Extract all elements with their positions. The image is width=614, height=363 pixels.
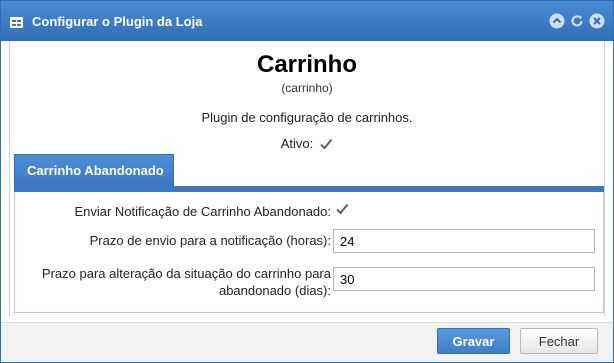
- active-checkbox[interactable]: [319, 137, 333, 151]
- status-days-input[interactable]: [333, 267, 595, 291]
- notify-label: Enviar Notificação de Carrinho Abandonad…: [74, 204, 331, 219]
- dialog-footer: Gravar Fechar: [1, 322, 613, 362]
- deadline-label: Prazo de envio para a notificação (horas…: [89, 233, 331, 248]
- form-window-icon: [10, 16, 23, 28]
- plugin-config-dialog: Configurar o Plugin da Loja Carrinho (ca…: [0, 0, 614, 363]
- dialog-title: Configurar o Plugin da Loja: [32, 13, 203, 29]
- active-row: Ativo:: [10, 136, 604, 151]
- close-icon[interactable]: [589, 13, 605, 29]
- notify-row: Enviar Notificação de Carrinho Abandonad…: [15, 201, 603, 221]
- status-label-line1: Prazo para alteração da situação do carr…: [41, 266, 331, 281]
- window-controls: [549, 13, 605, 29]
- dialog-titlebar[interactable]: Configurar o Plugin da Loja: [1, 1, 613, 41]
- collapse-icon[interactable]: [549, 13, 565, 29]
- plugin-code: (carrinho): [281, 81, 333, 95]
- plugin-description: Plugin de configuração de carrinhos.: [201, 110, 413, 125]
- dialog-content: Carrinho (carrinho) Plugin de configuraç…: [9, 41, 605, 316]
- status-row: Prazo para alteração da situação do carr…: [15, 262, 603, 302]
- tab-label: Carrinho Abandonado: [27, 163, 164, 178]
- save-button[interactable]: Gravar: [437, 328, 510, 354]
- close-button[interactable]: Fechar: [520, 328, 598, 354]
- plugin-title: Carrinho: [256, 51, 357, 78]
- deadline-hours-input[interactable]: [333, 229, 595, 253]
- deadline-row: Prazo de envio para a notificação (horas…: [15, 227, 603, 253]
- check-icon: [336, 203, 349, 215]
- tab-carrinho-abandonado[interactable]: Carrinho Abandonado: [14, 154, 174, 186]
- refresh-icon[interactable]: [569, 13, 585, 29]
- notify-checkbox[interactable]: [335, 202, 349, 219]
- abandoned-cart-panel: Enviar Notificação de Carrinho Abandonad…: [14, 192, 604, 313]
- check-icon: [320, 138, 333, 149]
- active-label: Ativo:: [280, 136, 314, 151]
- status-label-line2: abandonado (dias):: [218, 283, 331, 298]
- status-label: Prazo para alteração da situação do carr…: [42, 265, 331, 299]
